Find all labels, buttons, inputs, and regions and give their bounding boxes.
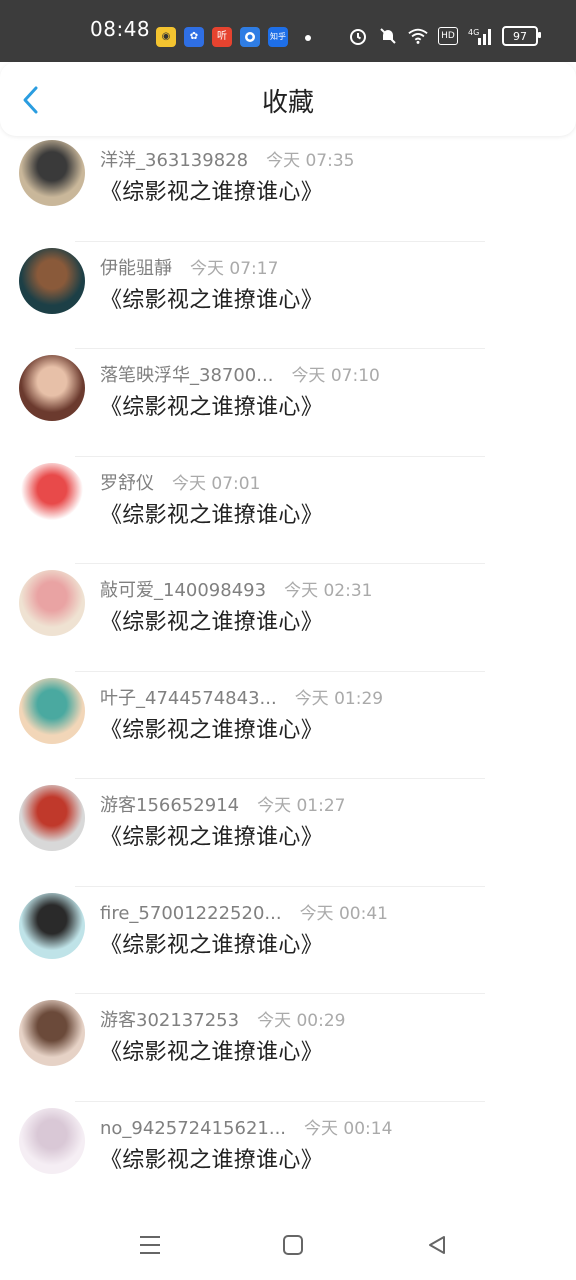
book-title[interactable]: 《综影视之谁撩谁心》: [100, 819, 323, 851]
user-name[interactable]: 游客156652914: [100, 795, 239, 816]
name-row: 游客156652914 今天 01:27: [100, 791, 345, 817]
divider: [75, 563, 485, 564]
timestamp: 今天 07:10: [291, 366, 380, 386]
list-item[interactable]: 洋洋_363139828 今天 07:35 《综影视之谁撩谁心》: [0, 136, 576, 244]
zhihu-app-icon: 知乎: [268, 27, 288, 47]
user-name[interactable]: 游客302137253: [100, 1010, 239, 1031]
timestamp: 今天 01:27: [257, 796, 346, 816]
name-row: fire_57001222520... 今天 00:41: [100, 899, 388, 924]
back-triangle-icon: [429, 1236, 445, 1254]
page-header: 收藏: [0, 62, 576, 136]
list-item[interactable]: 游客302137253 今天 00:29 《综影视之谁撩谁心》: [0, 996, 576, 1104]
status-app-icons: ◉ ✿ 听 知乎: [156, 27, 288, 47]
status-time: 08:48: [90, 17, 151, 41]
battery-level: 97: [513, 29, 527, 43]
timestamp: 今天 07:17: [190, 258, 279, 279]
avatar[interactable]: [19, 355, 85, 421]
name-row: 伊能驵靜 今天 07:17: [100, 254, 278, 280]
circle-app-icon: [240, 27, 260, 47]
divider: [75, 348, 485, 349]
timestamp: 今天 00:14: [304, 1118, 393, 1139]
user-name[interactable]: 敲可爱_140098493: [100, 580, 266, 601]
book-title[interactable]: 《综影视之谁撩谁心》: [100, 174, 323, 206]
menu-icon: [140, 1236, 160, 1254]
wifi-icon: [408, 26, 428, 46]
book-title[interactable]: 《综影视之谁撩谁心》: [100, 604, 323, 636]
timestamp: 今天 07:35: [266, 151, 355, 171]
user-name[interactable]: no_942572415621...: [100, 1118, 286, 1139]
book-title[interactable]: 《综影视之谁撩谁心》: [100, 497, 323, 529]
timestamp: 今天 00:29: [257, 1011, 346, 1031]
user-name[interactable]: 洋洋_363139828: [100, 150, 248, 171]
ting-app-icon: 听: [212, 27, 232, 47]
divider: [75, 993, 485, 994]
name-row: 洋洋_363139828 今天 07:35: [100, 146, 354, 172]
mute-bell-icon: [378, 26, 398, 46]
book-title[interactable]: 《综影视之谁撩谁心》: [100, 389, 323, 421]
timestamp: 今天 00:41: [299, 903, 388, 924]
avatar[interactable]: [19, 462, 85, 529]
book-title[interactable]: 《综影视之谁撩谁心》: [100, 1034, 323, 1066]
list-item[interactable]: 伊能驵靜 今天 07:17 《综影视之谁撩谁心》: [0, 244, 576, 352]
book-title[interactable]: 《综影视之谁撩谁心》: [100, 1142, 323, 1174]
lightbulb-app-icon: ◉: [156, 27, 176, 47]
user-name[interactable]: fire_57001222520...: [100, 903, 282, 924]
svg-text:4G: 4G: [468, 28, 479, 37]
name-row: 落笔映浮华_38700... 今天 07:10: [100, 361, 380, 387]
avatar[interactable]: [19, 1000, 85, 1066]
name-row: no_942572415621... 今天 00:14: [100, 1114, 392, 1139]
list-item[interactable]: no_942572415621... 今天 00:14 《综影视之谁撩谁心》: [0, 1104, 576, 1212]
alarm-icon: [348, 26, 368, 46]
divider: [75, 455, 485, 457]
system-nav-bar: [0, 1208, 576, 1280]
home-icon: [283, 1235, 303, 1255]
menu-button[interactable]: [137, 1232, 163, 1258]
signal-icon: 4G: [468, 26, 492, 46]
book-title[interactable]: 《综影视之谁撩谁心》: [100, 712, 323, 744]
timestamp: 今天 01:29: [294, 688, 384, 709]
divider: [75, 778, 485, 779]
list-item[interactable]: 叶子_4744574843... 今天 01:29 《综影视之谁撩谁心》: [0, 674, 576, 782]
name-row: 叶子_4744574843... 今天 01:29: [100, 684, 383, 710]
favorites-list: 洋洋_363139828 今天 07:35 《综影视之谁撩谁心》 伊能驵靜 今天 07:…: [0, 136, 576, 1211]
name-row: 罗舒仪 今天 07:01: [100, 469, 260, 495]
user-name[interactable]: 叶子_4744574843...: [100, 688, 277, 709]
avatar[interactable]: [19, 1107, 85, 1174]
back-nav-button[interactable]: [424, 1232, 450, 1258]
user-name[interactable]: 伊能驵靜: [100, 258, 172, 279]
timestamp: 今天 07:01: [172, 473, 261, 494]
status-right-icons: HD 4G 97: [348, 26, 541, 46]
notification-dot: [305, 35, 311, 41]
avatar[interactable]: [19, 892, 85, 959]
list-item[interactable]: 落笔映浮华_38700... 今天 07:10 《综影视之谁撩谁心》: [0, 351, 576, 459]
home-button[interactable]: [280, 1232, 306, 1258]
divider: [75, 670, 485, 672]
user-name[interactable]: 落笔映浮华_38700...: [100, 365, 273, 386]
divider: [75, 240, 485, 242]
avatar[interactable]: [19, 570, 85, 636]
timestamp: 今天 02:31: [284, 581, 373, 601]
page-title: 收藏: [261, 88, 314, 118]
name-row: 游客302137253 今天 00:29: [100, 1006, 345, 1032]
list-item[interactable]: 敲可爱_140098493 今天 02:31 《综影视之谁撩谁心》: [0, 566, 576, 674]
battery-icon: 97: [502, 26, 541, 46]
list-item[interactable]: 罗舒仪 今天 07:01 《综影视之谁撩谁心》: [0, 459, 576, 567]
avatar[interactable]: [19, 140, 85, 206]
list-item[interactable]: fire_57001222520... 今天 00:41 《综影视之谁撩谁心》: [0, 889, 576, 997]
list-item[interactable]: 游客156652914 今天 01:27 《综影视之谁撩谁心》: [0, 781, 576, 889]
status-bar: 08:48 ◉ ✿ 听 知乎 HD 4G 97: [0, 0, 576, 62]
user-name[interactable]: 罗舒仪: [100, 473, 154, 494]
book-title[interactable]: 《综影视之谁撩谁心》: [100, 282, 323, 314]
divider: [75, 885, 485, 887]
avatar[interactable]: [19, 785, 85, 851]
name-row: 敲可爱_140098493 今天 02:31: [100, 576, 372, 602]
baidu-app-icon: ✿: [184, 27, 204, 47]
book-title[interactable]: 《综影视之谁撩谁心》: [100, 927, 323, 959]
divider: [75, 1100, 485, 1102]
avatar[interactable]: [19, 677, 85, 744]
avatar[interactable]: [19, 247, 85, 314]
hd-icon: HD: [438, 27, 458, 45]
